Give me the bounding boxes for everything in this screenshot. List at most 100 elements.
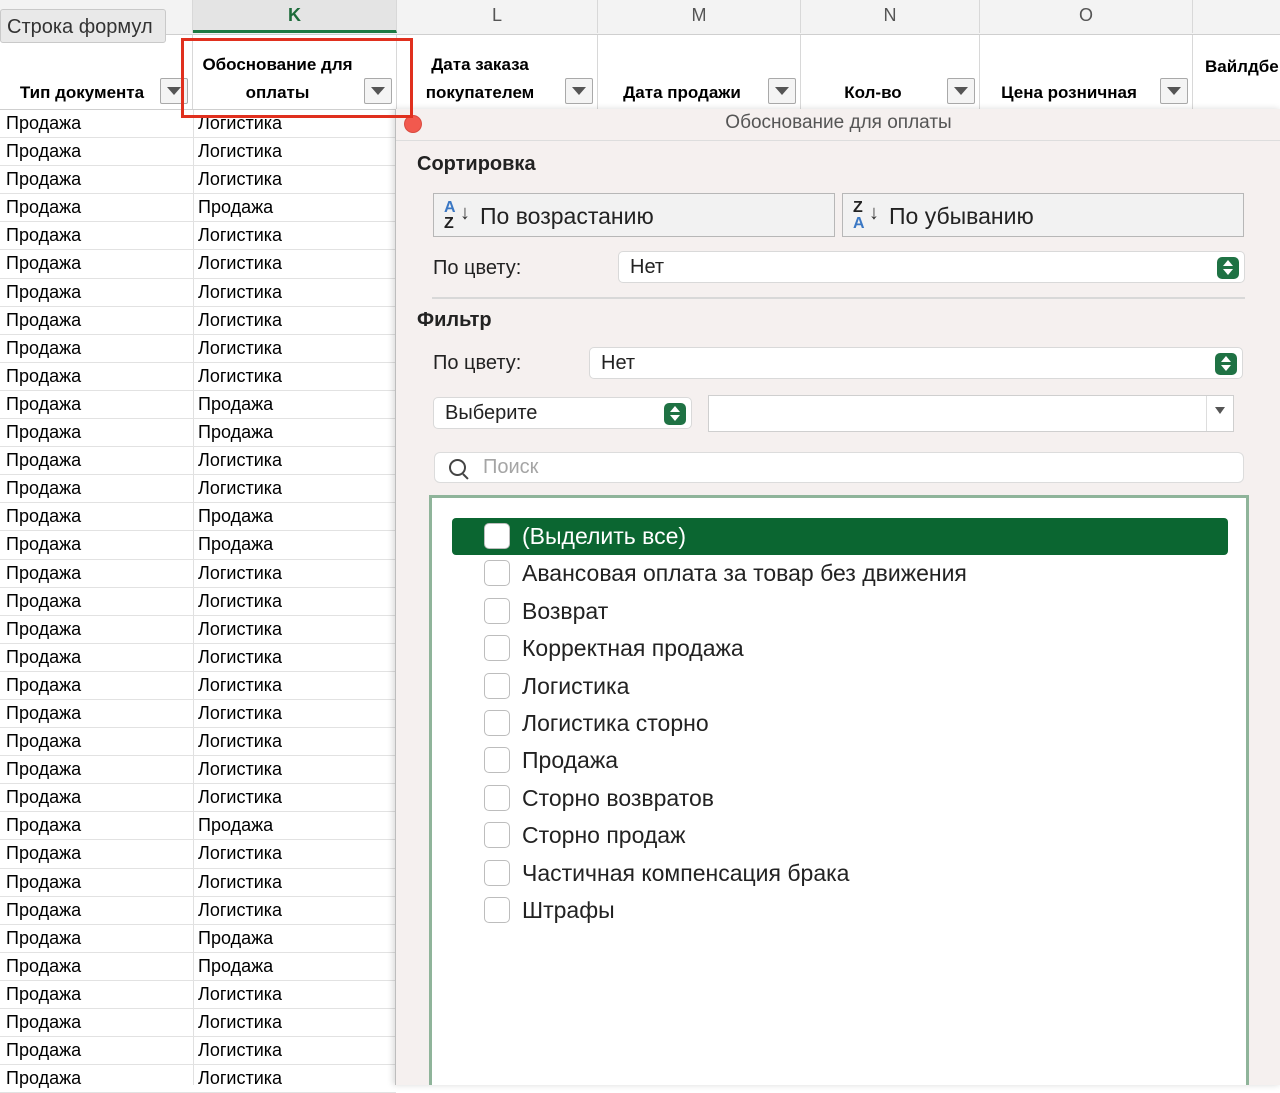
condition-select[interactable]: Выберите bbox=[433, 397, 692, 429]
cell-payment-basis[interactable]: Логистика bbox=[198, 619, 282, 640]
cell-payment-basis[interactable]: Логистика bbox=[198, 563, 282, 584]
cell-doc-type[interactable]: Продажа bbox=[6, 815, 81, 836]
cell-doc-type[interactable]: Продажа bbox=[6, 1012, 81, 1033]
cell-payment-basis[interactable]: Продажа bbox=[198, 506, 273, 527]
checkbox[interactable] bbox=[484, 560, 510, 587]
cell-doc-type[interactable]: Продажа bbox=[6, 338, 81, 359]
cell-payment-basis[interactable]: Логистика bbox=[198, 872, 282, 893]
cell-doc-type[interactable]: Продажа bbox=[6, 984, 81, 1005]
cell-doc-type[interactable]: Продажа bbox=[6, 225, 81, 246]
cell-doc-type[interactable]: Продажа bbox=[6, 506, 81, 527]
cell-payment-basis[interactable]: Логистика bbox=[198, 169, 282, 190]
filter-value-item[interactable]: Частичная компенсация брака bbox=[452, 855, 1228, 892]
cell-doc-type[interactable]: Продажа bbox=[6, 253, 81, 274]
checkbox[interactable] bbox=[484, 523, 510, 549]
checkbox[interactable] bbox=[484, 897, 510, 923]
cell-payment-basis[interactable]: Продажа bbox=[198, 815, 273, 836]
cell-payment-basis[interactable]: Логистика bbox=[198, 282, 282, 303]
cell-payment-basis[interactable]: Логистика bbox=[198, 984, 282, 1005]
cell-payment-basis[interactable]: Логистика bbox=[198, 675, 282, 696]
cell-doc-type[interactable]: Продажа bbox=[6, 872, 81, 893]
cell-payment-basis[interactable]: Логистика bbox=[198, 225, 282, 246]
filter-dropdown-button[interactable] bbox=[768, 78, 796, 104]
filter-value-item[interactable]: Штрафы bbox=[452, 892, 1228, 929]
cell-doc-type[interactable]: Продажа bbox=[6, 394, 81, 415]
checkbox[interactable] bbox=[484, 747, 510, 774]
cell-doc-type[interactable]: Продажа bbox=[6, 647, 81, 668]
filter-dropdown-button[interactable] bbox=[1160, 78, 1188, 104]
cell-payment-basis[interactable]: Логистика bbox=[198, 253, 282, 274]
cell-doc-type[interactable]: Продажа bbox=[6, 534, 81, 555]
cell-payment-basis[interactable]: Логистика bbox=[198, 759, 282, 780]
select-all-item[interactable]: (Выделить все) bbox=[452, 518, 1228, 555]
search-input[interactable]: Поиск bbox=[434, 452, 1244, 483]
cell-doc-type[interactable]: Продажа bbox=[6, 141, 81, 162]
cell-payment-basis[interactable]: Логистика bbox=[198, 843, 282, 864]
cell-doc-type[interactable]: Продажа bbox=[6, 956, 81, 977]
cell-payment-basis[interactable]: Логистика bbox=[198, 591, 282, 612]
cell-doc-type[interactable]: Продажа bbox=[6, 310, 81, 331]
cell-doc-type[interactable]: Продажа bbox=[6, 563, 81, 584]
sort-descending-button[interactable]: Z A ↓ По убыванию bbox=[842, 193, 1244, 237]
chevron-down-icon[interactable] bbox=[1206, 396, 1233, 431]
column-m[interactable]: M bbox=[598, 0, 801, 33]
column-l[interactable]: L bbox=[397, 0, 598, 33]
cell-doc-type[interactable]: Продажа bbox=[6, 282, 81, 303]
filter-by-color-select[interactable]: Нет bbox=[589, 347, 1243, 379]
cell-payment-basis[interactable]: Логистика bbox=[198, 731, 282, 752]
checkbox[interactable] bbox=[484, 710, 510, 736]
cell-doc-type[interactable]: Продажа bbox=[6, 197, 81, 218]
cell-payment-basis[interactable]: Логистика bbox=[198, 338, 282, 359]
cell-doc-type[interactable]: Продажа bbox=[6, 478, 81, 499]
cell-doc-type[interactable]: Продажа bbox=[6, 450, 81, 471]
filter-value-item[interactable]: Сторно возвратов bbox=[452, 780, 1228, 817]
sort-ascending-button[interactable]: A Z ↓ По возрастанию bbox=[433, 193, 835, 237]
filter-value-item[interactable]: Авансовая оплата за товар без движения bbox=[452, 555, 1228, 592]
cell-payment-basis[interactable]: Логистика bbox=[198, 141, 282, 162]
cell-doc-type[interactable]: Продажа bbox=[6, 366, 81, 387]
cell-payment-basis[interactable]: Логистика bbox=[198, 450, 282, 471]
cell-payment-basis[interactable]: Логистика bbox=[198, 1040, 282, 1061]
cell-payment-basis[interactable]: Логистика bbox=[198, 787, 282, 808]
checkbox[interactable] bbox=[484, 635, 510, 662]
filter-value-item[interactable]: Возврат bbox=[452, 593, 1228, 630]
cell-payment-basis[interactable]: Продажа bbox=[198, 534, 273, 555]
cell-payment-basis[interactable]: Логистика bbox=[198, 647, 282, 668]
condition-value-combobox[interactable] bbox=[708, 395, 1234, 432]
cell-doc-type[interactable]: Продажа bbox=[6, 422, 81, 443]
filter-value-item[interactable]: Логистика сторно bbox=[452, 705, 1228, 742]
cell-payment-basis[interactable]: Продажа bbox=[198, 928, 273, 949]
cell-doc-type[interactable]: Продажа bbox=[6, 169, 81, 190]
cell-payment-basis[interactable]: Логистика bbox=[198, 310, 282, 331]
checkbox[interactable] bbox=[484, 859, 510, 886]
cell-doc-type[interactable]: Продажа bbox=[6, 675, 81, 696]
column-n[interactable]: N bbox=[801, 0, 980, 33]
cell-payment-basis[interactable]: Логистика bbox=[198, 900, 282, 921]
column-p[interactable] bbox=[1193, 0, 1280, 33]
cell-payment-basis[interactable]: Продажа bbox=[198, 422, 273, 443]
filter-value-item[interactable]: Корректная продажа bbox=[452, 630, 1228, 667]
checkbox[interactable] bbox=[484, 822, 510, 849]
cell-doc-type[interactable]: Продажа bbox=[6, 900, 81, 921]
cell-doc-type[interactable]: Продажа bbox=[6, 787, 81, 808]
cell-doc-type[interactable]: Продажа bbox=[6, 113, 81, 134]
filter-value-item[interactable]: Продажа bbox=[452, 742, 1228, 779]
filter-value-item[interactable]: Сторно продаж bbox=[452, 817, 1228, 854]
cell-payment-basis[interactable]: Продажа bbox=[198, 197, 273, 218]
column-o[interactable]: O bbox=[980, 0, 1193, 33]
checkbox[interactable] bbox=[484, 784, 510, 811]
cell-doc-type[interactable]: Продажа bbox=[6, 703, 81, 724]
cell-doc-type[interactable]: Продажа bbox=[6, 1068, 81, 1089]
cell-payment-basis[interactable]: Логистика bbox=[198, 478, 282, 499]
cell-doc-type[interactable]: Продажа bbox=[6, 591, 81, 612]
checkbox[interactable] bbox=[484, 597, 510, 624]
filter-value-item[interactable]: Логистика bbox=[452, 668, 1228, 705]
cell-doc-type[interactable]: Продажа bbox=[6, 843, 81, 864]
cell-payment-basis[interactable]: Логистика bbox=[198, 1068, 282, 1089]
cell-doc-type[interactable]: Продажа bbox=[6, 759, 81, 780]
cell-payment-basis[interactable]: Логистика bbox=[198, 366, 282, 387]
cell-doc-type[interactable]: Продажа bbox=[6, 619, 81, 640]
cell-doc-type[interactable]: Продажа bbox=[6, 928, 81, 949]
checkbox[interactable] bbox=[484, 672, 510, 699]
cell-doc-type[interactable]: Продажа bbox=[6, 731, 81, 752]
